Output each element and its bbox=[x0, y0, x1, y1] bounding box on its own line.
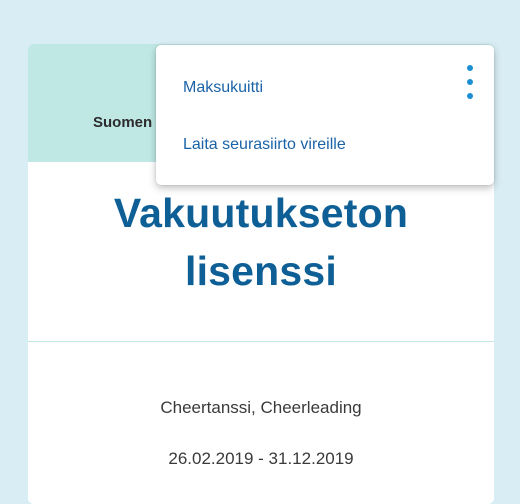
menu-item-club-transfer[interactable]: Laita seurasiirto vireille bbox=[183, 136, 346, 154]
license-title: Vakuutukseton lisenssi bbox=[28, 184, 494, 300]
divider bbox=[28, 341, 494, 342]
actions-menu: Maksukuitti Laita seurasiirto vireille bbox=[156, 45, 494, 185]
kebab-dot bbox=[467, 93, 473, 99]
kebab-dot bbox=[467, 65, 473, 71]
menu-item-payment-receipt[interactable]: Maksukuitti bbox=[183, 79, 263, 97]
kebab-dot bbox=[467, 79, 473, 85]
kebab-menu-icon[interactable] bbox=[462, 63, 478, 105]
license-title-line-2: lisenssi bbox=[184, 248, 338, 294]
sport-text: Cheertanssi, Cheerleading bbox=[160, 398, 362, 417]
license-title-line-1: Vakuutukseton bbox=[113, 190, 409, 236]
validity-period: 26.02.2019 - 31.12.2019 bbox=[168, 449, 354, 468]
